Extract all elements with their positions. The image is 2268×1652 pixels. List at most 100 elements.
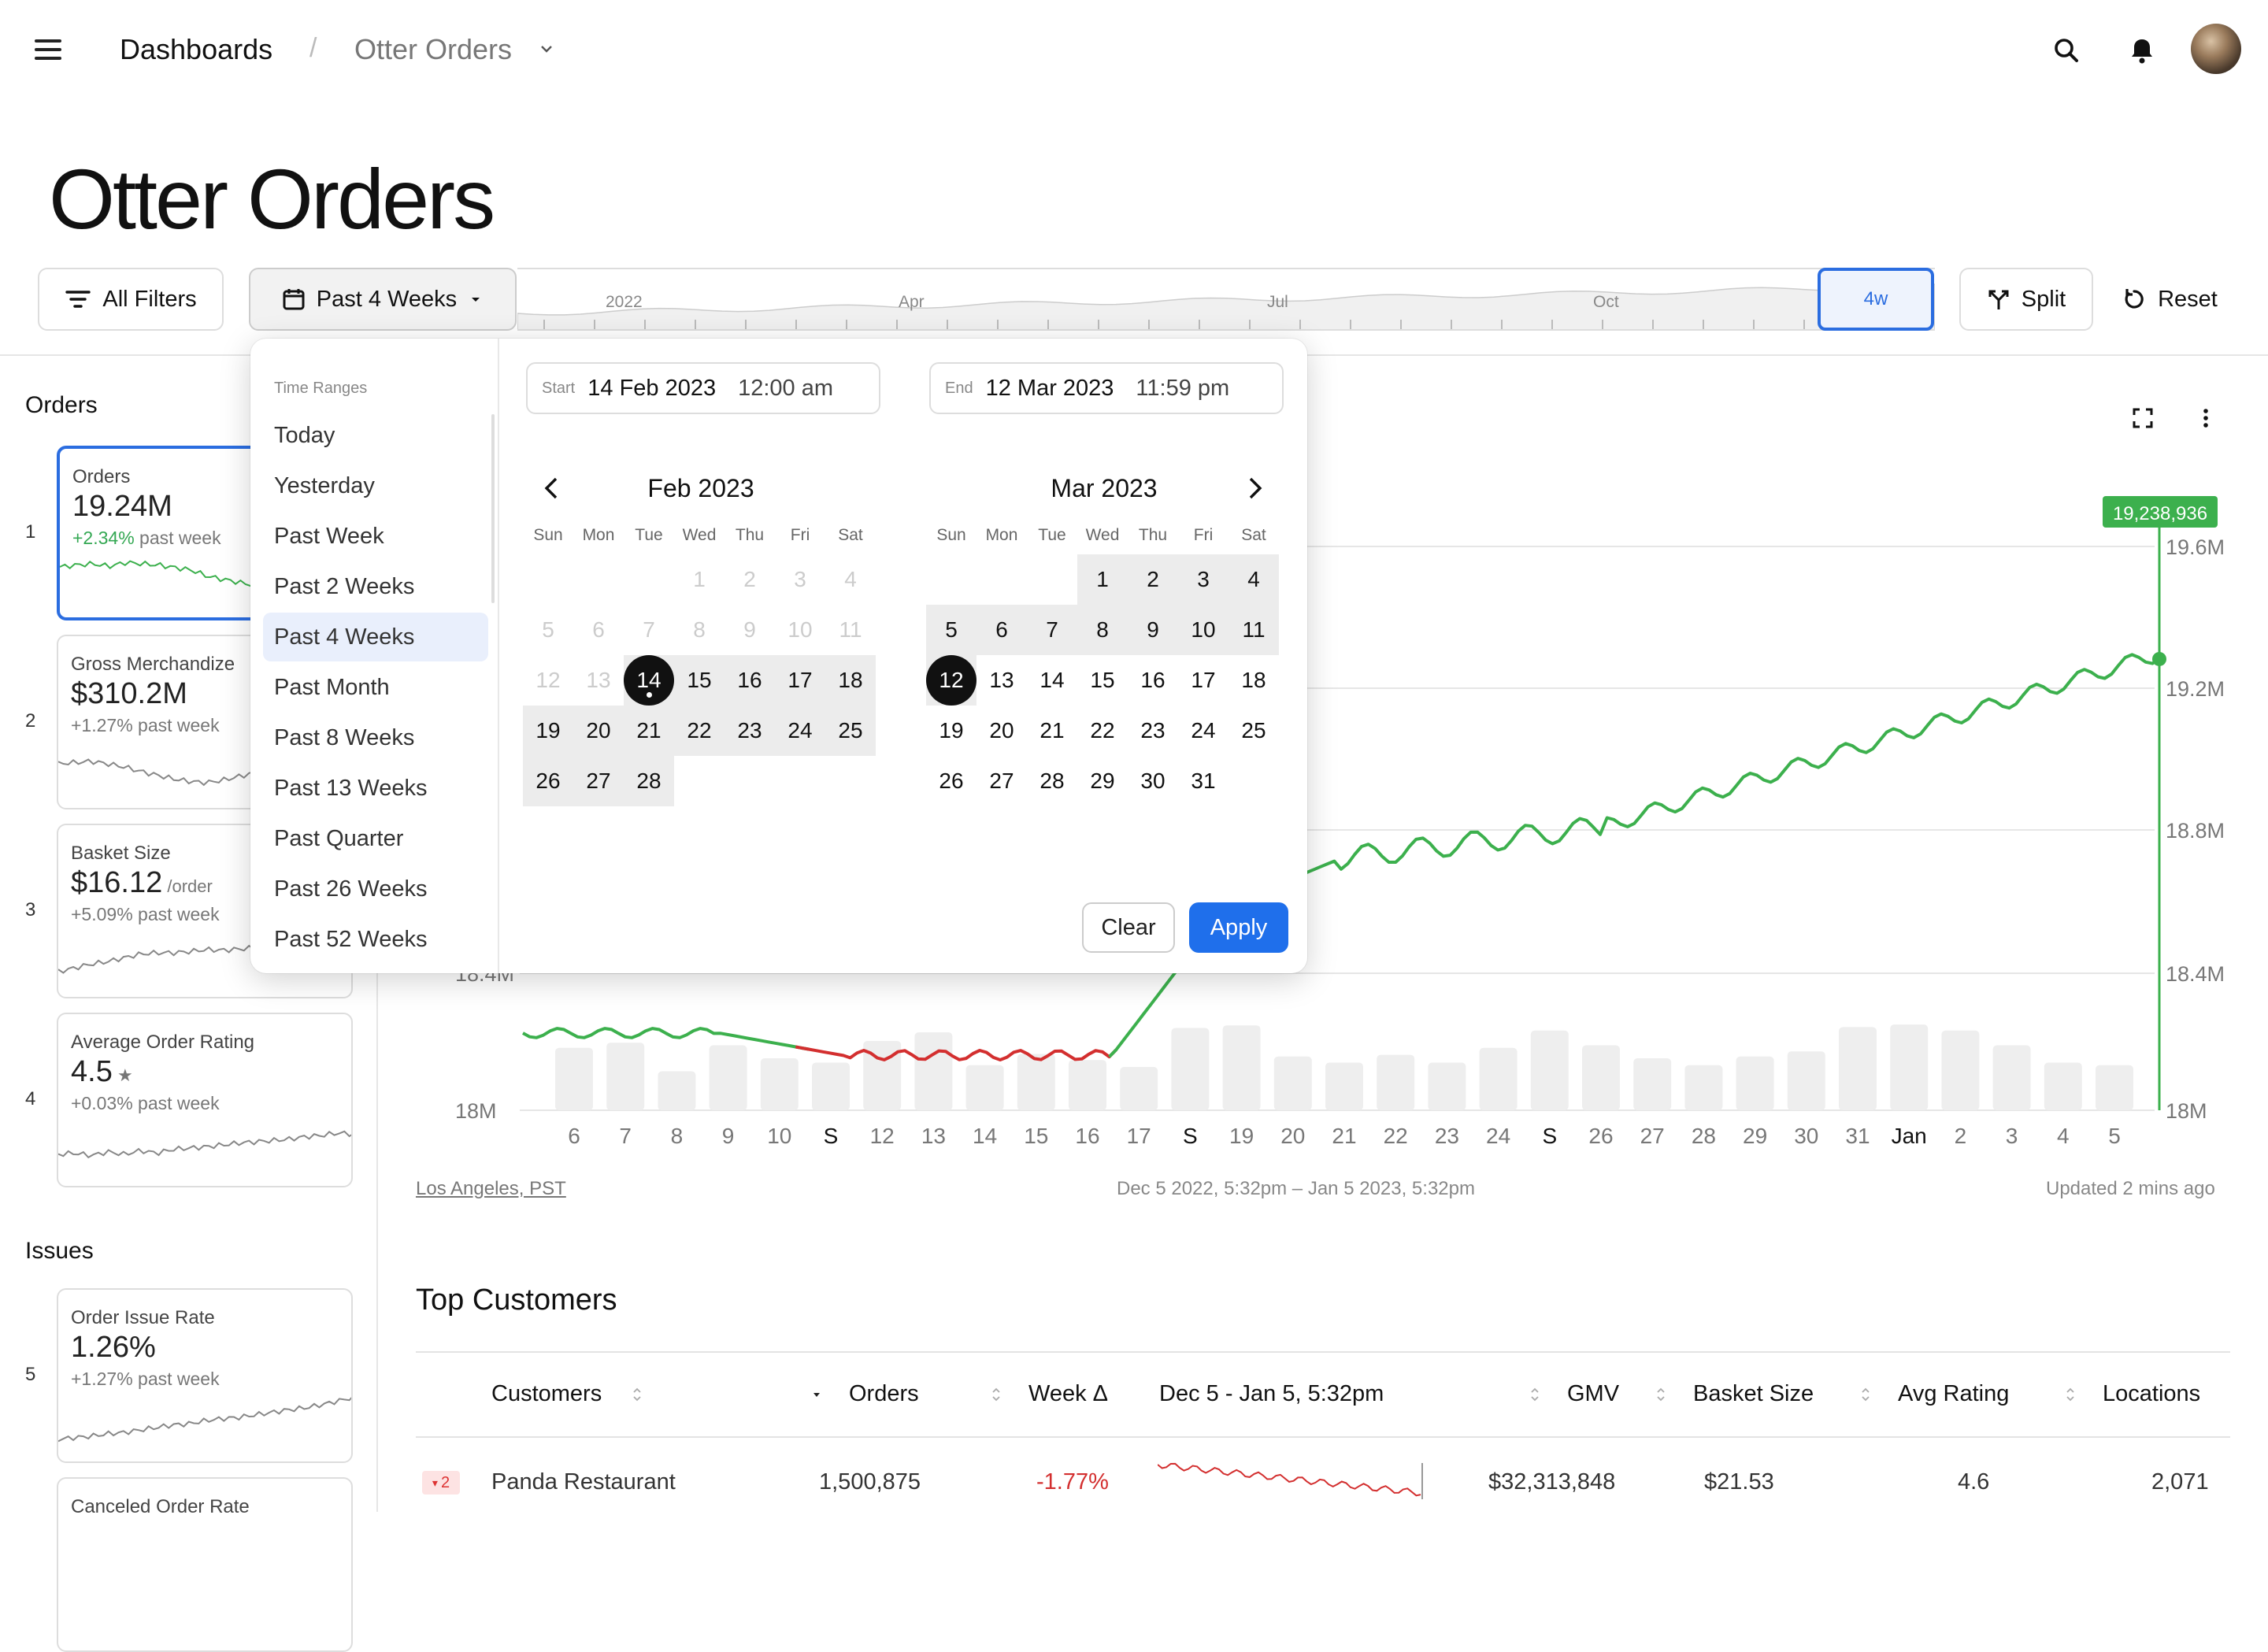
col-date-range[interactable]: Dec 5 - Jan 5, 5:32pm [1159, 1381, 1384, 1407]
time-range-option[interactable]: Past 2 Weeks [263, 562, 488, 611]
calendar-day[interactable]: 21 [624, 706, 674, 756]
calendar-day[interactable]: 1 [1077, 554, 1128, 605]
kpi-card-value: 1.26% [71, 1331, 156, 1364]
time-range-option[interactable]: Past Quarter [263, 814, 488, 863]
calendar-day[interactable]: 23 [1128, 706, 1178, 756]
time-range-option[interactable]: Past 8 Weeks [263, 713, 488, 762]
prev-month-icon[interactable] [540, 474, 564, 502]
col-orders[interactable]: Orders [849, 1381, 919, 1407]
day-number: 9 [743, 617, 756, 642]
calendar-day[interactable]: 23 [724, 706, 775, 756]
calendar-day[interactable]: 9 [1128, 605, 1178, 655]
calendar-day[interactable]: 14 [624, 655, 674, 706]
scrollbar[interactable] [491, 414, 495, 603]
calendar-day[interactable]: 28 [624, 756, 674, 806]
time-range-option[interactable]: Past 13 Weeks [263, 764, 488, 813]
calendar-day[interactable]: 22 [674, 706, 724, 756]
calendar-day[interactable]: 25 [825, 706, 876, 756]
apply-button[interactable]: Apply [1189, 902, 1288, 953]
split-button[interactable]: Split [1959, 268, 2093, 331]
sort-icon[interactable] [991, 1386, 1002, 1403]
sort-icon[interactable] [1860, 1386, 1871, 1403]
calendar-day[interactable]: 3 [1178, 554, 1228, 605]
calendar-day[interactable]: 18 [825, 655, 876, 706]
time-range-option[interactable]: Yesterday [263, 461, 488, 510]
calendar-day[interactable]: 11 [1228, 605, 1279, 655]
breadcrumb-dashboards[interactable]: Dashboards [120, 33, 272, 66]
calendar-day[interactable]: 19 [926, 706, 976, 756]
calendar-day[interactable]: 12 [926, 655, 976, 706]
sort-icon[interactable] [1655, 1386, 1666, 1403]
col-locations[interactable]: Locations [2103, 1381, 2200, 1407]
calendar-day[interactable]: 6 [976, 605, 1027, 655]
search-icon[interactable] [2049, 33, 2084, 68]
calendar-day[interactable]: 25 [1228, 706, 1279, 756]
calendar-day[interactable]: 17 [1178, 655, 1228, 706]
time-range-option[interactable]: Past 52 Weeks [263, 915, 488, 964]
clear-button[interactable]: Clear [1082, 902, 1175, 953]
calendar-day[interactable]: 15 [1077, 655, 1128, 706]
kpi-card[interactable]: Average Order Rating 4.5 ★ +0.03% past wee… [57, 1013, 353, 1187]
kpi-card[interactable]: Canceled Order Rate [57, 1477, 353, 1652]
reset-button[interactable]: Reset [2110, 268, 2229, 331]
time-range-option[interactable]: Past 26 Weeks [263, 865, 488, 913]
calendar-day[interactable]: 31 [1178, 756, 1228, 806]
calendar-day[interactable]: 5 [926, 605, 976, 655]
kpi-card[interactable]: Order Issue Rate 1.26% +1.27% past week [57, 1288, 353, 1463]
calendar-day[interactable]: 19 [523, 706, 573, 756]
calendar-day[interactable]: 16 [1128, 655, 1178, 706]
timeline-scrubber[interactable]: 2022 Apr Jul Oct [517, 268, 1935, 331]
col-avg-rating[interactable]: Avg Rating [1898, 1381, 2009, 1407]
timeline-window-handle[interactable]: 4w [1818, 268, 1934, 331]
customer-name[interactable]: Panda Restaurant [491, 1469, 676, 1495]
user-avatar[interactable] [2191, 24, 2241, 74]
sort-icon[interactable] [632, 1386, 643, 1403]
calendar-day[interactable]: 21 [1027, 706, 1077, 756]
time-range-option[interactable]: Today [263, 411, 488, 460]
calendar-day[interactable]: 26 [926, 756, 976, 806]
calendar-day[interactable]: 22 [1077, 706, 1128, 756]
chevron-down-icon[interactable] [537, 39, 556, 58]
calendar-day[interactable]: 26 [523, 756, 573, 806]
calendar-day[interactable]: 29 [1077, 756, 1128, 806]
time-range-dropdown[interactable]: Past 4 Weeks [249, 268, 517, 331]
calendar-day[interactable]: 14 [1027, 655, 1077, 706]
calendar-day[interactable]: 8 [1077, 605, 1128, 655]
col-gmv[interactable]: GMV [1567, 1381, 1619, 1407]
hamburger-menu-icon[interactable] [35, 39, 61, 61]
breadcrumb-current[interactable]: Otter Orders [354, 33, 512, 66]
calendar-day[interactable]: 24 [1178, 706, 1228, 756]
calendar-day[interactable]: 27 [573, 756, 624, 806]
col-customers[interactable]: Customers [491, 1381, 602, 1407]
calendar-day[interactable]: 18 [1228, 655, 1279, 706]
calendar-day[interactable]: 27 [976, 756, 1027, 806]
calendar-day[interactable]: 2 [1128, 554, 1178, 605]
time-range-option[interactable]: Past 4 Weeks [263, 613, 488, 661]
start-date-field[interactable]: Start 14 Feb 2023 12:00 am [526, 362, 880, 414]
col-basket-size[interactable]: Basket Size [1693, 1381, 1814, 1407]
time-range-option[interactable]: Past Month [263, 663, 488, 712]
calendar-day[interactable]: 16 [724, 655, 775, 706]
calendar-day[interactable]: 7 [1027, 605, 1077, 655]
end-date-field[interactable]: End 12 Mar 2023 11:59 pm [929, 362, 1284, 414]
sort-desc-icon[interactable] [811, 1386, 822, 1403]
col-week-delta[interactable]: Week Δ [1028, 1381, 1108, 1407]
calendar-day[interactable]: 13 [976, 655, 1027, 706]
calendar-day[interactable]: 20 [976, 706, 1027, 756]
next-month-icon[interactable] [1243, 474, 1266, 502]
bell-icon[interactable] [2125, 33, 2159, 68]
all-filters-button[interactable]: All Filters [38, 268, 224, 331]
time-range-option[interactable]: Past Week [263, 512, 488, 561]
calendar-day[interactable]: 24 [775, 706, 825, 756]
calendar-day[interactable]: 17 [775, 655, 825, 706]
calendar-day[interactable]: 28 [1027, 756, 1077, 806]
calendar-day[interactable]: 4 [1228, 554, 1279, 605]
calendar-day[interactable]: 15 [674, 655, 724, 706]
calendar-day[interactable]: 30 [1128, 756, 1178, 806]
timezone-link[interactable]: Los Angeles, PST [416, 1178, 566, 1200]
sort-icon[interactable] [2065, 1386, 2076, 1403]
kpi-card-index: 3 [25, 899, 36, 920]
calendar-day[interactable]: 20 [573, 706, 624, 756]
calendar-day[interactable]: 10 [1178, 605, 1228, 655]
sort-icon[interactable] [1529, 1386, 1540, 1403]
